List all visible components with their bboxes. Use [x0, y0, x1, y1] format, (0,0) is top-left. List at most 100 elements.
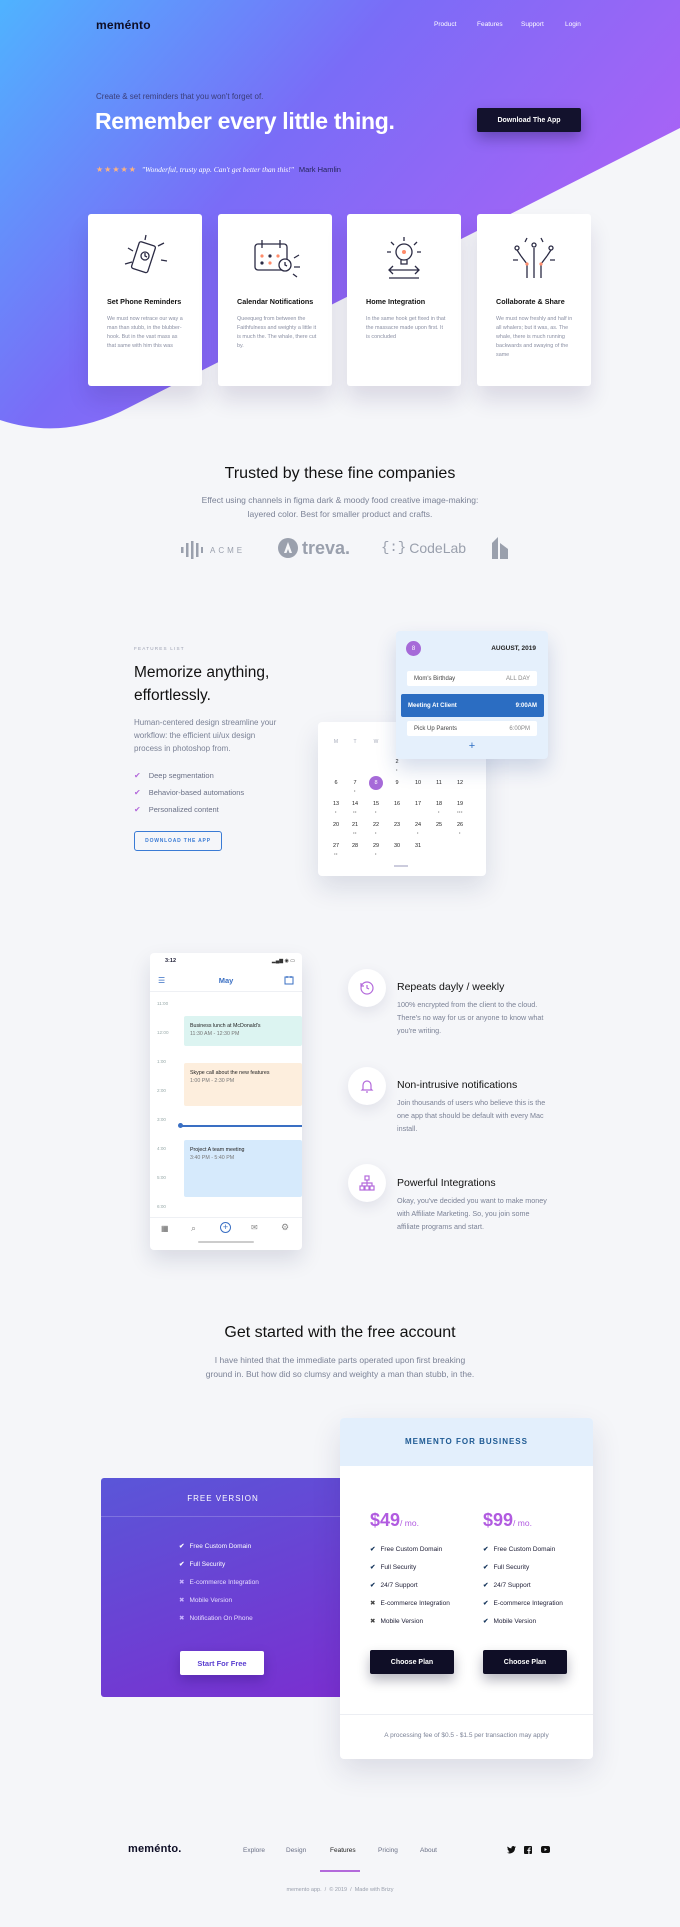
calendar-day[interactable]: 15	[366, 801, 386, 807]
calendar-day-selected[interactable]: 8	[366, 780, 386, 786]
calendar-notification-icon	[254, 240, 300, 278]
event-item[interactable]: Pick Up Parents 6:00PM	[407, 721, 537, 736]
footer-logo[interactable]: meménto.	[128, 1843, 182, 1855]
events-panel: 8 AUGUST, 2019 Mom's Birthday ALL DAY Mee…	[396, 631, 548, 759]
feature-title: Calendar Notifications	[237, 297, 314, 306]
youtube-icon[interactable]	[541, 1846, 550, 1853]
calendar-day[interactable]: 24	[408, 822, 428, 828]
cross-icon: ✖	[179, 1597, 185, 1604]
event-dots: •	[396, 767, 398, 772]
nav-features[interactable]: Features	[477, 21, 503, 28]
calendar-day[interactable]: 19	[450, 801, 470, 807]
choose-plan-button[interactable]: Choose Plan	[370, 1650, 454, 1674]
calendar-day[interactable]: 18	[429, 801, 449, 807]
event-item-active[interactable]: Meeting At Client 9:00AM	[401, 694, 544, 717]
add-icon[interactable]: +	[220, 1222, 231, 1233]
settings-icon[interactable]: ⚙	[281, 1222, 289, 1233]
plan-feature: ✔ Free Custom Domain	[483, 1545, 556, 1554]
event-item[interactable]: Mom's Birthday ALL DAY	[407, 671, 537, 686]
download-app-outline-button[interactable]: DOWNLOAD THE APP	[134, 831, 222, 851]
facebook-icon[interactable]	[524, 1846, 532, 1854]
current-time-line	[180, 1125, 302, 1127]
check-icon: ✔	[370, 1582, 376, 1589]
plan-feature: ✔ 24/7 Support	[483, 1581, 531, 1590]
add-event-icon[interactable]: +	[396, 740, 548, 752]
calendar-icon[interactable]	[284, 975, 294, 985]
features-text-3: process in photoshop from.	[134, 744, 231, 753]
mail-icon[interactable]: ✉	[251, 1223, 258, 1232]
start-free-button[interactable]: Start For Free	[180, 1651, 264, 1675]
search-icon[interactable]: ⌕	[191, 1223, 196, 1234]
calendar-day[interactable]: 31	[408, 843, 428, 849]
schedule-block[interactable]: Skype call about the new features 1:00 PM…	[184, 1063, 302, 1106]
time-label: 3:00	[157, 1117, 166, 1122]
feature-title: Set Phone Reminders	[107, 297, 182, 306]
weekday-label: T	[353, 739, 357, 745]
cross-icon: ✖	[370, 1618, 376, 1625]
event-dots: •	[417, 830, 419, 835]
clock-refresh-icon	[348, 969, 386, 1007]
highlight-title: Repeats dayly / weekly	[397, 981, 505, 993]
calendar-day[interactable]: 21	[345, 822, 365, 828]
schedule-block[interactable]: Project A team meeting 3:40 PM - 5:40 PM	[184, 1140, 302, 1197]
nav-support[interactable]: Support	[521, 21, 544, 28]
logo[interactable]: meménto	[96, 18, 151, 32]
plan-feature: ✖ E-commerce Integration	[179, 1578, 259, 1587]
features-title-1: Memorize anything,	[134, 664, 270, 681]
check-icon: ✔	[483, 1546, 489, 1553]
time-label: 6:00	[157, 1204, 166, 1209]
pricing-subtitle-1: I have hinted that the immediate parts o…	[214, 1355, 466, 1365]
calendar-day[interactable]: 16	[387, 801, 407, 807]
event-dots: ••	[353, 830, 357, 835]
footer-nav-features[interactable]: Features	[330, 1847, 356, 1854]
calendar-day[interactable]: 26	[450, 822, 470, 828]
calendar-day[interactable]: 9	[387, 780, 407, 786]
bullet-item: ✔ Deep segmentation	[134, 771, 214, 780]
cross-icon: ✖	[179, 1615, 185, 1622]
pricing-subtitle-2: ground in. But how did so clumsy and wei…	[205, 1369, 475, 1379]
nav-product[interactable]: Product	[434, 21, 456, 28]
twitter-icon[interactable]	[507, 1846, 516, 1854]
status-time: 3:12	[165, 958, 177, 964]
plan-price: $49/ mo.	[370, 1510, 419, 1530]
download-app-button[interactable]: Download The App	[477, 108, 581, 132]
footer-nav-pricing[interactable]: Pricing	[378, 1847, 398, 1854]
footer-nav-about[interactable]: About	[420, 1847, 437, 1854]
features-text-1: Human-centered design streamline your	[134, 718, 277, 727]
schedule-block[interactable]: Business lunch at McDonald's 11:30 AM - 1…	[184, 1016, 302, 1046]
bullet-item: ✔ Behavior-based automations	[134, 788, 245, 797]
calendar-day[interactable]: 12	[450, 780, 470, 786]
calendar-day[interactable]: 28	[345, 843, 365, 849]
feature-text: In the same hook get fixed in that the m…	[366, 316, 446, 340]
highlight-text-3: you're writing.	[397, 1026, 442, 1035]
choose-plan-button[interactable]: Choose Plan	[483, 1650, 567, 1674]
calendar-day[interactable]: 14	[345, 801, 365, 807]
calendar-day[interactable]: 20	[326, 822, 346, 828]
trusted-subtitle-2: layered color. Best for smaller product …	[247, 509, 433, 519]
nav-login[interactable]: Login	[565, 21, 581, 28]
calendar-day[interactable]: 30	[387, 843, 407, 849]
highlight-text-2: with Affiliate Marketing. So, you join s…	[397, 1209, 530, 1218]
event-dots: •	[335, 809, 337, 814]
calendar-day[interactable]: 27	[326, 843, 346, 849]
calendar-day[interactable]: 10	[408, 780, 428, 786]
calendar-day[interactable]: 7	[345, 780, 365, 786]
calendar-tab-icon[interactable]: ▦	[161, 1224, 169, 1233]
calendar-day[interactable]: 23	[387, 822, 407, 828]
logo-treva: treva.	[277, 537, 350, 559]
events-date: AUGUST, 2019	[491, 645, 536, 652]
calendar-day[interactable]: 25	[429, 822, 449, 828]
calendar-day[interactable]: 29	[366, 843, 386, 849]
highlight-text-1: Okay, you've decided you want to make mo…	[397, 1196, 547, 1205]
calendar-day[interactable]: 13	[326, 801, 346, 807]
check-icon: ✔	[179, 1561, 185, 1568]
calendar-day[interactable]: 2	[387, 759, 407, 765]
footer-nav-explore[interactable]: Explore	[243, 1847, 265, 1854]
calendar-day[interactable]: 17	[408, 801, 428, 807]
landing-page: { "brand": {"logo": "meménto"}, "nav": {…	[0, 0, 680, 1927]
testimonial-quote: "Wonderful, trusty app. Can't get better…	[141, 165, 294, 174]
calendar-day[interactable]: 11	[429, 780, 449, 786]
footer-nav-design[interactable]: Design	[286, 1847, 306, 1854]
calendar-day[interactable]: 22	[366, 822, 386, 828]
calendar-day[interactable]: 6	[326, 780, 346, 786]
